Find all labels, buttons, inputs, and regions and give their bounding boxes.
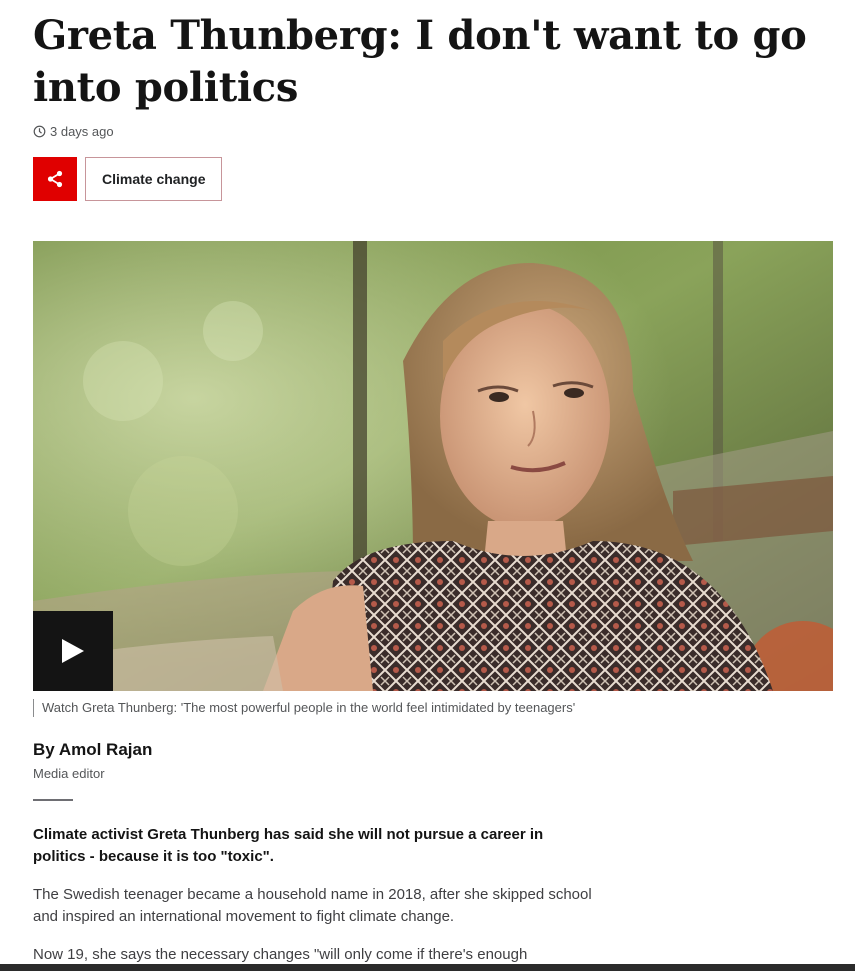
timestamp-text: 3 days ago — [50, 124, 114, 139]
author-role: Media editor — [33, 766, 105, 781]
play-button[interactable] — [33, 611, 113, 691]
play-icon — [62, 639, 84, 663]
share-icon — [47, 170, 63, 188]
video-caption: Watch Greta Thunberg: 'The most powerful… — [33, 699, 575, 717]
article-headline: Greta Thunberg: I don't want to go into … — [33, 12, 807, 111]
article-paragraph: Now 19, she says the necessary changes "… — [33, 946, 528, 963]
article-paragraph: The Swedish teenager became a household … — [33, 886, 592, 925]
video-thumbnail — [33, 241, 833, 691]
article-timestamp: 3 days ago — [33, 124, 114, 139]
article-lead: Climate activist Greta Thunberg has said… — [33, 826, 544, 865]
byline-divider — [33, 799, 73, 801]
horizontal-scrollbar[interactable] — [0, 964, 855, 971]
author-name: By Amol Rajan — [33, 740, 153, 759]
video-player[interactable] — [33, 241, 833, 691]
topic-tag-climate-change[interactable]: Climate change — [85, 157, 223, 201]
share-button[interactable] — [33, 157, 77, 201]
clock-icon — [33, 125, 46, 138]
